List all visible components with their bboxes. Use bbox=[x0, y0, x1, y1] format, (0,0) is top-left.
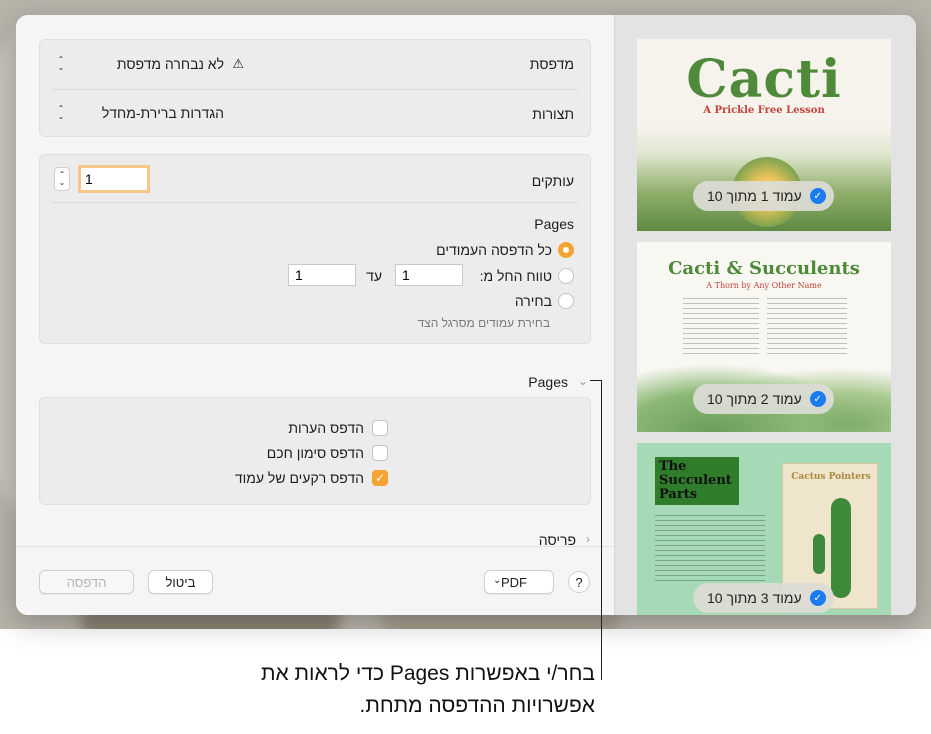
page-range-radio[interactable] bbox=[558, 268, 574, 284]
copies-pages-panel: עותקים ⌃⌄ Pages כל הדפסה העמודים טווח הח… bbox=[39, 154, 591, 344]
page-thumbnail-3[interactable]: The Succulent Parts Cactus Pointers ✓ עמ… bbox=[637, 443, 891, 615]
page-thumbnail-1[interactable]: Cacti A Prickle Free Lesson ✓ עמוד 1 מתו… bbox=[637, 39, 891, 231]
page-2-badge: ✓ עמוד 2 מתוך 10 bbox=[693, 384, 834, 414]
print-comments-checkbox[interactable] bbox=[372, 420, 388, 436]
range-from-input[interactable] bbox=[395, 264, 463, 286]
checkmark-icon: ✓ bbox=[809, 188, 826, 204]
page-3-badge: ✓ עמוד 3 מתוך 10 bbox=[693, 583, 834, 613]
copies-input[interactable] bbox=[78, 165, 150, 193]
print-backgrounds-label: הדפס רקעים של עמוד bbox=[234, 470, 364, 486]
divider bbox=[52, 89, 578, 90]
callout-pointer-line bbox=[601, 380, 602, 680]
all-pages-label: כל הדפסה העמודים bbox=[436, 242, 552, 258]
print-button[interactable]: הדפסה bbox=[39, 570, 134, 594]
divider bbox=[52, 202, 578, 203]
print-comments-label: הדפס הערות bbox=[288, 420, 364, 436]
cancel-button[interactable]: ביטול bbox=[148, 570, 213, 594]
thumb-1-title: Cacti bbox=[686, 49, 842, 110]
all-pages-radio[interactable] bbox=[558, 242, 574, 258]
checkmark-icon: ✓ bbox=[809, 590, 826, 606]
selection-label: בחירה bbox=[514, 293, 552, 309]
page-thumbnails-sidebar[interactable]: Cacti A Prickle Free Lesson ✓ עמוד 1 מתו… bbox=[614, 15, 916, 615]
presets-label: תצורות bbox=[532, 106, 574, 122]
warning-icon: ⚠ bbox=[232, 56, 244, 71]
layout-disclosure[interactable]: פריסה › bbox=[506, 532, 596, 546]
selection-radio[interactable] bbox=[558, 293, 574, 309]
layout-header: פריסה bbox=[538, 532, 576, 546]
dialog-button-bar: ? PDF ⌄ ביטול הדפסה bbox=[16, 546, 614, 615]
print-dialog: מדפסת ⌃ ⌄ לא נבחרה מדפסת ⚠ תצורות ⌃ ⌄ הגדר… bbox=[16, 15, 916, 615]
presets-popup[interactable]: ⌃ ⌄ הגדרות ברירת-מחדל bbox=[54, 101, 224, 125]
thumb-1-subtitle: A Prickle Free Lesson bbox=[703, 105, 825, 116]
updown-chevron-icon: ⌃ ⌄ bbox=[57, 104, 65, 121]
page-1-badge: ✓ עמוד 1 מתוך 10 bbox=[693, 181, 834, 211]
range-from-label: טווח החל מ: bbox=[479, 268, 552, 284]
chevron-right-icon: › bbox=[586, 532, 590, 546]
thumb-3-subtitle: Cactus Pointers bbox=[791, 472, 871, 482]
pdf-label: PDF bbox=[501, 574, 527, 590]
printer-popup[interactable]: ⌃ ⌄ לא נבחרה מדפסת ⚠ bbox=[54, 52, 244, 76]
chevron-down-icon: ⌄ bbox=[493, 575, 502, 586]
pages-options-panel: הדפס הערות הדפס סימון חכם ✓ הדפס רקעים ש… bbox=[39, 397, 591, 505]
pages-options-header: Pages bbox=[528, 374, 568, 390]
printer-label: מדפסת bbox=[529, 56, 574, 72]
thumb-2-subtitle: A Thorn by Any Other Name bbox=[706, 281, 822, 290]
body-text-column bbox=[655, 515, 765, 585]
page-thumbnail-2[interactable]: Cacti & Succulents A Thorn by Any Other … bbox=[637, 242, 891, 432]
range-to-input[interactable] bbox=[288, 264, 356, 286]
pdf-menu-button[interactable]: PDF ⌄ bbox=[484, 570, 554, 594]
range-to-label: עד bbox=[366, 268, 382, 284]
checkmark-icon: ✓ bbox=[809, 391, 826, 407]
cactus-arm-illustration bbox=[813, 534, 825, 574]
print-settings-pane: מדפסת ⌃ ⌄ לא נבחרה מדפסת ⚠ תצורות ⌃ ⌄ הגדר… bbox=[16, 15, 614, 615]
printer-presets-panel: מדפסת ⌃ ⌄ לא נבחרה מדפסת ⚠ תצורות ⌃ ⌄ הגדר… bbox=[39, 39, 591, 137]
pages-options-disclosure[interactable]: Pages ⌄ bbox=[516, 371, 596, 393]
page-1-badge-label: עמוד 1 מתוך 10 bbox=[707, 188, 802, 204]
cactus-illustration bbox=[831, 498, 851, 598]
thumb-3-title: The Succulent Parts bbox=[655, 457, 739, 505]
chevron-down-icon: ⌄ bbox=[577, 374, 588, 388]
page-3-badge-label: עמוד 3 מתוך 10 bbox=[707, 590, 802, 606]
screenshot: מדפסת ⌃ ⌄ לא נבחרה מדפסת ⚠ תצורות ⌃ ⌄ הגדר… bbox=[0, 0, 931, 734]
thumb-2-title: Cacti & Succulents bbox=[668, 258, 860, 279]
printer-value: לא נבחרה מדפסת bbox=[116, 56, 224, 72]
updown-chevron-icon: ⌃ ⌄ bbox=[57, 55, 65, 72]
presets-value: הגדרות ברירת-מחדל bbox=[101, 105, 224, 121]
help-button[interactable]: ? bbox=[568, 571, 590, 593]
print-backgrounds-checkbox[interactable]: ✓ bbox=[372, 470, 388, 486]
copies-label: עותקים bbox=[531, 173, 574, 189]
callout-caption: בחר/י באפשרות Pages כדי לראות את אפשרויו… bbox=[261, 662, 595, 717]
copies-stepper[interactable]: ⌃ ⌄ bbox=[54, 167, 70, 191]
body-text-column bbox=[683, 298, 759, 358]
print-smart-annotations-label: הדפס סימון חכם bbox=[266, 445, 364, 461]
body-text-column bbox=[767, 298, 847, 358]
selection-hint: בחירת עמודים מסרגל הצד bbox=[417, 316, 550, 330]
page-2-badge-label: עמוד 2 מתוך 10 bbox=[707, 391, 802, 407]
pages-section-title: Pages bbox=[534, 216, 574, 232]
print-smart-annotations-checkbox[interactable] bbox=[372, 445, 388, 461]
